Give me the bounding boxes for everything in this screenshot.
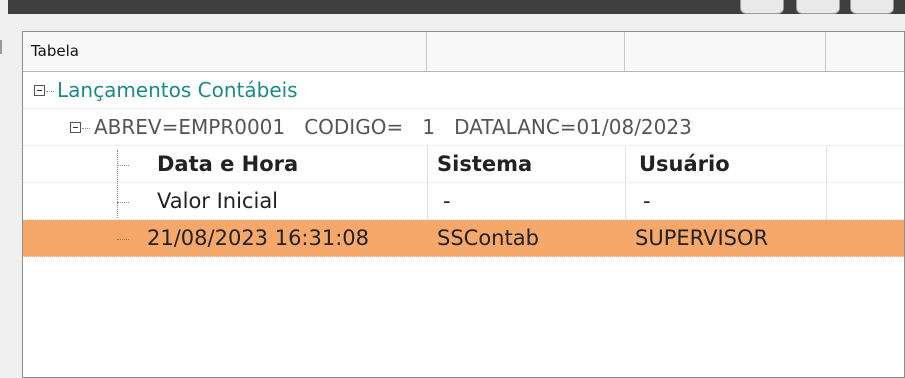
detail-col-system: Sistema bbox=[437, 152, 533, 176]
tree-record-row[interactable]: ABREV=EMPR0001 CODIGO= 1 DATALANC=01/08/… bbox=[23, 109, 904, 146]
row-datetime: Valor Inicial bbox=[157, 189, 279, 213]
tree-grid-panel[interactable]: Tabela Lançamentos Contábeis ABREV=EMPR0… bbox=[22, 31, 905, 378]
header-col-2[interactable] bbox=[427, 32, 625, 71]
collapse-icon[interactable] bbox=[34, 85, 45, 96]
row-system: - bbox=[443, 189, 451, 213]
detail-header-row: Data e Hora Sistema Usuário bbox=[23, 146, 904, 183]
table-row[interactable]: Valor Inicial - - bbox=[23, 183, 904, 220]
row-system: SSContab bbox=[437, 226, 539, 250]
left-edge-mark bbox=[0, 40, 2, 54]
tree-connector bbox=[82, 128, 90, 129]
window-tab-1[interactable] bbox=[740, 0, 784, 14]
column-header: Tabela bbox=[23, 32, 904, 72]
row-user: - bbox=[643, 189, 651, 213]
header-col-3[interactable] bbox=[625, 32, 826, 71]
collapse-icon[interactable] bbox=[70, 122, 81, 133]
detail-col-user: Usuário bbox=[639, 152, 730, 176]
tree-connector bbox=[117, 239, 129, 240]
window-tab-3[interactable] bbox=[850, 0, 894, 14]
tree-connector bbox=[117, 202, 129, 203]
record-label: ABREV=EMPR0001 CODIGO= 1 DATALANC=01/08/… bbox=[94, 115, 692, 139]
window-tab-2[interactable] bbox=[796, 0, 840, 14]
header-tabela[interactable]: Tabela bbox=[23, 32, 427, 71]
root-label: Lançamentos Contábeis bbox=[57, 78, 298, 102]
tree-root-row[interactable]: Lançamentos Contábeis bbox=[23, 72, 904, 109]
header-col-4[interactable] bbox=[826, 32, 904, 71]
tree-connector bbox=[117, 165, 129, 166]
row-datetime: 21/08/2023 16:31:08 bbox=[147, 226, 370, 250]
tree-connector bbox=[46, 91, 54, 92]
window-top-bar bbox=[8, 0, 905, 14]
row-user: SUPERVISOR bbox=[635, 226, 769, 250]
table-row-selected[interactable]: 21/08/2023 16:31:08 SSContab SUPERVISOR bbox=[23, 220, 904, 257]
detail-col-datetime: Data e Hora bbox=[157, 152, 299, 176]
